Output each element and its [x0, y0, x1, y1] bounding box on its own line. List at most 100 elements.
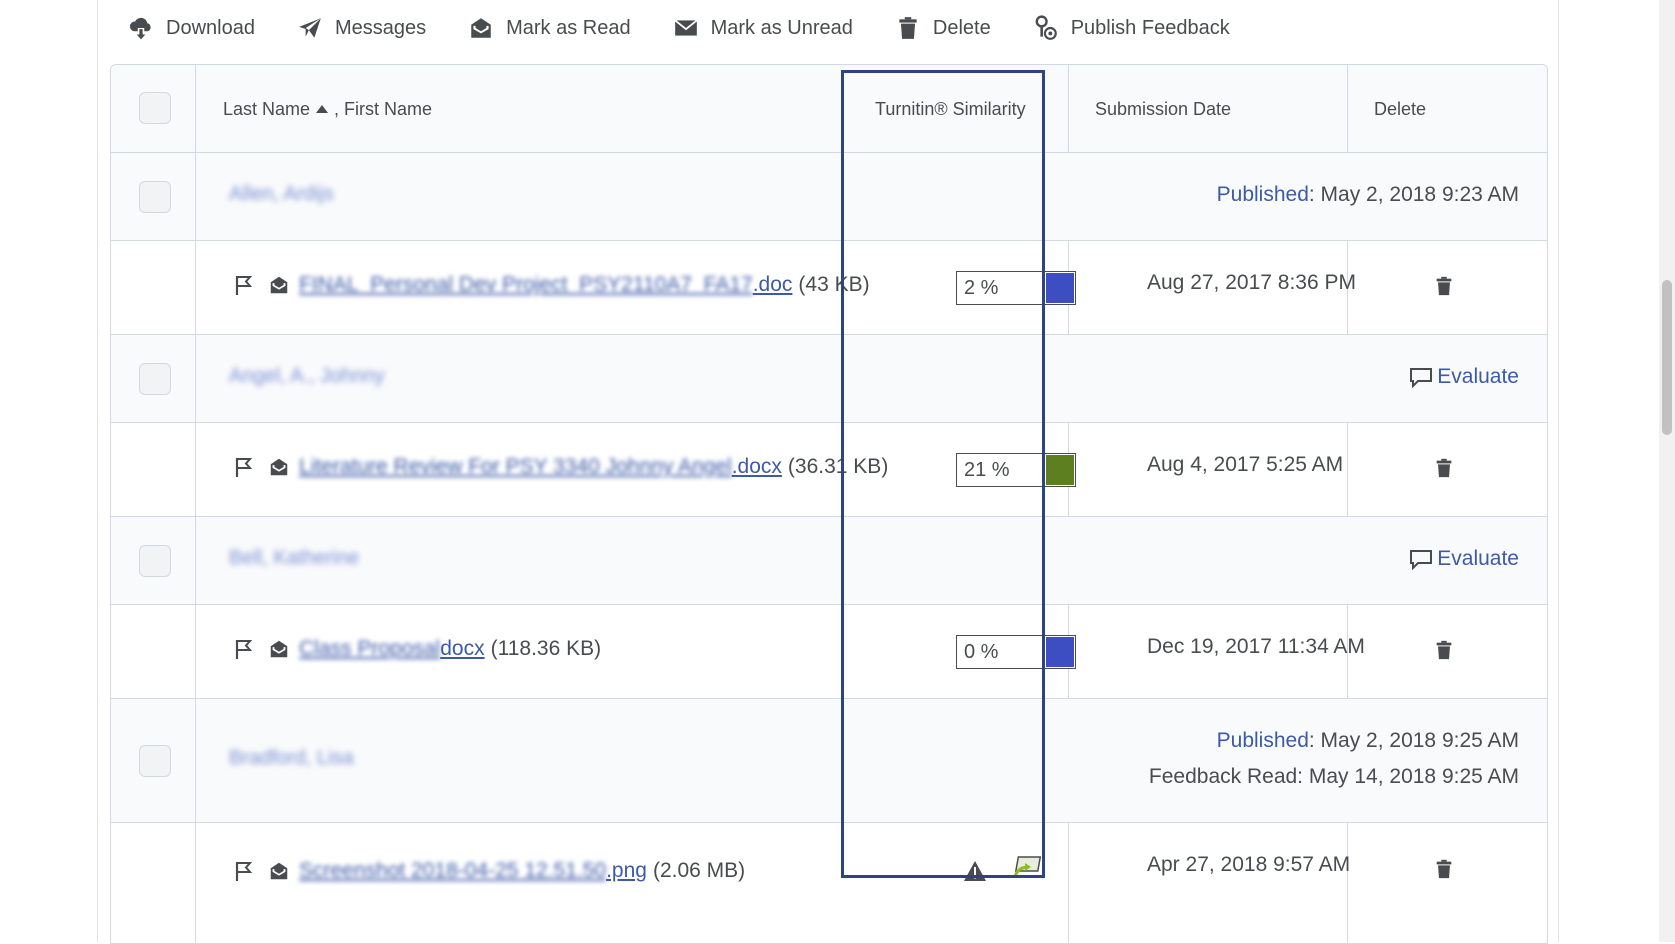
first-name-sort-label[interactable]: , First Name [334, 99, 432, 119]
student-checkbox[interactable] [139, 745, 171, 777]
file-extension-link[interactable]: .doc [753, 273, 793, 297]
trash-icon[interactable] [1433, 857, 1455, 881]
submission-row: Literature Review For PSY 3340 Johnny An… [111, 423, 1547, 517]
similarity-color-swatch [1046, 273, 1074, 303]
evaluate-label[interactable]: Evaluate [1437, 365, 1519, 389]
mark-as-unread-button[interactable]: Mark as Unread [673, 15, 853, 41]
evaluate-link[interactable]: Evaluate [1409, 547, 1519, 571]
file-size: (36.31 KB) [787, 455, 889, 478]
delete-label: Delete [932, 16, 991, 39]
submission-file: FINAL_Personal Dev Project_PSY2110A7_FA1… [233, 273, 870, 297]
download-icon [129, 17, 151, 40]
file-extension-link[interactable]: docx [440, 637, 484, 661]
similarity-score-button[interactable]: 2 % [956, 271, 1076, 305]
submission-date: Aug 4, 2017 5:25 AM [1147, 453, 1344, 476]
submission-row: FINAL_Personal Dev Project_PSY2110A7_FA1… [111, 241, 1547, 335]
evaluate-link[interactable]: Evaluate [1409, 365, 1519, 389]
last-name-sort-label[interactable]: Last Name [223, 99, 310, 119]
submission-date: Aug 27, 2017 8:36 PM [1147, 271, 1356, 294]
action-toolbar: Download Messages Mark as Read Mark as U… [128, 8, 1272, 48]
column-divider [195, 699, 196, 823]
flag-icon[interactable] [233, 456, 255, 478]
similarity-percent: 2 % [964, 277, 999, 299]
file-extension-link[interactable]: .png [606, 859, 647, 883]
publish-feedback-icon [1035, 15, 1057, 40]
column-divider [1347, 65, 1348, 153]
file-name-link[interactable]: FINAL_Personal Dev Project_PSY2110A7_FA1… [299, 273, 753, 297]
published-date: : May 2, 2018 9:25 AM [1308, 729, 1519, 752]
column-divider [195, 153, 196, 241]
column-divider [1347, 423, 1348, 517]
published-date: : May 2, 2018 9:23 AM [1308, 183, 1519, 206]
file-size: (43 KB) [798, 273, 870, 296]
submissions-table: Last Name , First Name Turnitin® Similari… [110, 64, 1548, 944]
student-row: Bell, Katherine Evaluate [111, 517, 1547, 605]
column-divider [195, 605, 196, 699]
file-extension-link[interactable]: .docx [732, 455, 782, 479]
file-name-link[interactable]: Literature Review For PSY 3340 Johnny An… [299, 455, 732, 479]
column-divider [195, 335, 196, 423]
column-divider [195, 241, 196, 335]
publish-feedback-button[interactable]: Publish Feedback [1033, 15, 1230, 41]
similarity-percent: 21 % [964, 459, 1010, 481]
file-name-link[interactable]: Screenshot 2018-04-25 12.51.50 [299, 859, 606, 883]
mark-as-read-label: Mark as Read [506, 16, 631, 39]
evaluate-label[interactable]: Evaluate [1437, 547, 1519, 571]
resubmit-icon[interactable] [1011, 853, 1045, 883]
student-checkbox[interactable] [139, 363, 171, 395]
submission-file: Screenshot 2018-04-25 12.51.50 .png (2.06 … [233, 859, 745, 883]
submission-date: Apr 27, 2018 9:57 AM [1147, 853, 1351, 876]
feedback-status: Published: May 2, 2018 9:25 AM [1217, 729, 1519, 753]
vertical-scrollbar[interactable] [1659, 0, 1675, 942]
name-column-header[interactable]: Last Name , First Name [223, 65, 432, 153]
delete-column-header: Delete [1374, 99, 1427, 119]
read-envelope-icon [270, 640, 288, 658]
student-name-link[interactable]: Bradford, Lisa [229, 747, 354, 770]
file-size: (118.36 KB) [490, 637, 602, 660]
trash-icon[interactable] [1433, 456, 1455, 480]
column-divider [195, 423, 196, 517]
mark-unread-icon [674, 19, 697, 36]
sort-ascending-icon [316, 105, 329, 114]
download-button[interactable]: Download [128, 15, 255, 41]
mark-as-unread-label: Mark as Unread [710, 16, 853, 39]
similarity-color-swatch [1046, 455, 1074, 485]
select-all-checkbox[interactable] [139, 92, 171, 124]
student-row: Bradford, Lisa Published: May 2, 2018 9:… [111, 699, 1547, 823]
student-name-link[interactable]: Angel, A., Johnny [229, 365, 385, 388]
trash-icon[interactable] [1433, 638, 1455, 662]
student-row: Allen, Ardijs Published: May 2, 2018 9:2… [111, 153, 1547, 241]
publish-feedback-label: Publish Feedback [1070, 16, 1230, 39]
student-row: Angel, A., Johnny Evaluate [111, 335, 1547, 423]
similarity-column-header: Turnitin® Similarity [875, 99, 1026, 119]
student-checkbox[interactable] [139, 181, 171, 213]
file-name-link[interactable]: Class Proposal [299, 637, 440, 661]
student-name-link[interactable]: Allen, Ardijs [229, 183, 334, 206]
evaluate-speech-icon [1410, 550, 1433, 570]
student-name-link[interactable]: Bell, Katherine [229, 547, 359, 570]
similarity-score-button[interactable]: 21 % [956, 453, 1076, 487]
feedback-status: Published: May 2, 2018 9:23 AM [1217, 183, 1519, 207]
scrollbar-thumb[interactable] [1662, 280, 1672, 435]
trash-icon[interactable] [1433, 274, 1455, 298]
read-envelope-icon [270, 276, 288, 294]
similarity-score-button[interactable]: 0 % [956, 635, 1076, 669]
trash-icon [899, 17, 917, 39]
delete-button[interactable]: Delete [895, 15, 991, 41]
flag-icon[interactable] [233, 638, 255, 660]
messages-icon [299, 18, 321, 38]
published-link[interactable]: Published [1217, 729, 1309, 752]
submission-date-column-header[interactable]: Submission Date [1095, 65, 1231, 153]
submission-file: Literature Review For PSY 3340 Johnny An… [233, 455, 888, 479]
evaluate-speech-icon [1410, 368, 1433, 388]
published-link[interactable]: Published [1217, 183, 1309, 206]
mark-as-read-button[interactable]: Mark as Read [468, 15, 631, 41]
student-checkbox[interactable] [139, 545, 171, 577]
submission-row: Class Proposal docx (118.36 KB) 0 % Dec 19… [111, 605, 1547, 699]
column-divider [1068, 823, 1069, 943]
flag-icon[interactable] [233, 274, 255, 296]
column-divider [1347, 823, 1348, 943]
similarity-color-swatch [1046, 637, 1074, 667]
flag-icon[interactable] [233, 860, 255, 882]
messages-button[interactable]: Messages [297, 15, 426, 41]
